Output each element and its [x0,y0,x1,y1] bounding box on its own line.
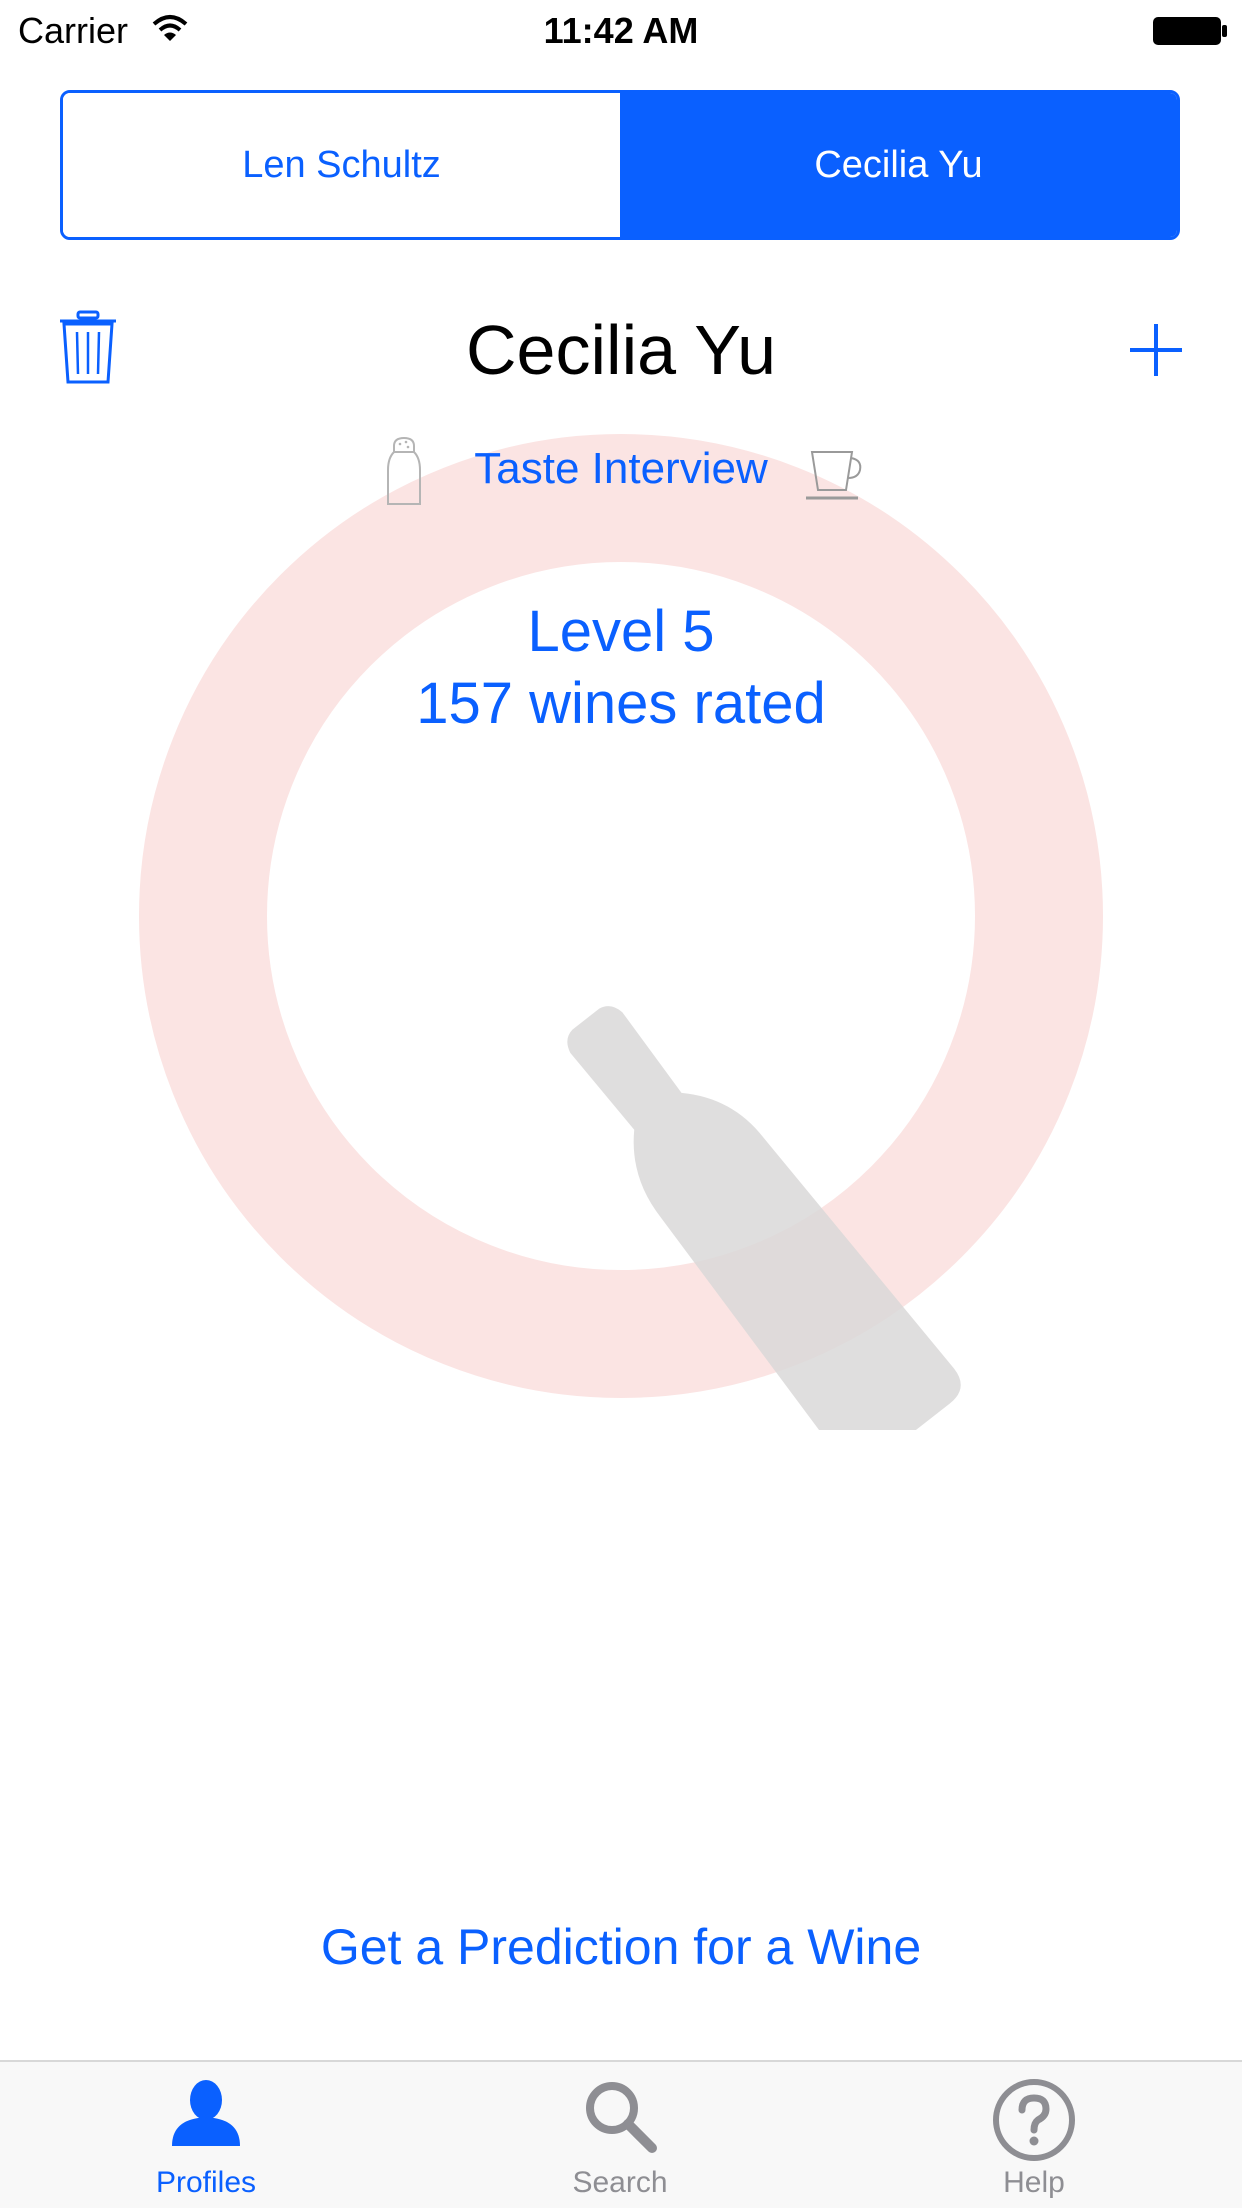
status-bar: Carrier 11:42 AM [0,0,1242,60]
search-icon [582,2078,658,2159]
profile-segmented-control: Len Schultz Cecilia Yu [60,90,1180,240]
segment-len-schultz[interactable]: Len Schultz [63,93,620,237]
level-label: Level 5 [527,599,715,664]
add-icon[interactable] [1128,322,1184,383]
battery-icon [1152,16,1228,51]
tab-help-label: Help [1003,2166,1065,2199]
tab-profiles[interactable]: Profiles [56,2062,356,2210]
coffee-cup-icon [804,448,864,509]
wines-rated-label: 157 wines rated [416,671,826,736]
help-icon [992,2078,1076,2167]
profile-title: Cecilia Yu [465,311,776,389]
taste-interview-row: Taste Interview [0,430,1242,510]
person-icon [168,2078,244,2153]
tab-help[interactable]: Help [884,2062,1184,2210]
wine-logo-art [120,420,1130,1469]
tab-search-label: Search [572,2166,668,2199]
taste-interview-link[interactable]: Taste Interview [0,444,1242,494]
profile-stats: Level 5 157 wines rated [0,596,1242,740]
tab-search[interactable]: Search [470,2062,770,2210]
status-time: 11:42 AM [543,10,699,51]
tab-profiles-label: Profiles [155,2166,257,2199]
segment-cecilia-yu[interactable]: Cecilia Yu [620,93,1177,237]
tab-bar: Profiles Search Help [0,2060,1242,2208]
get-prediction-button[interactable]: Get a Prediction for a Wine [0,1918,1242,1976]
